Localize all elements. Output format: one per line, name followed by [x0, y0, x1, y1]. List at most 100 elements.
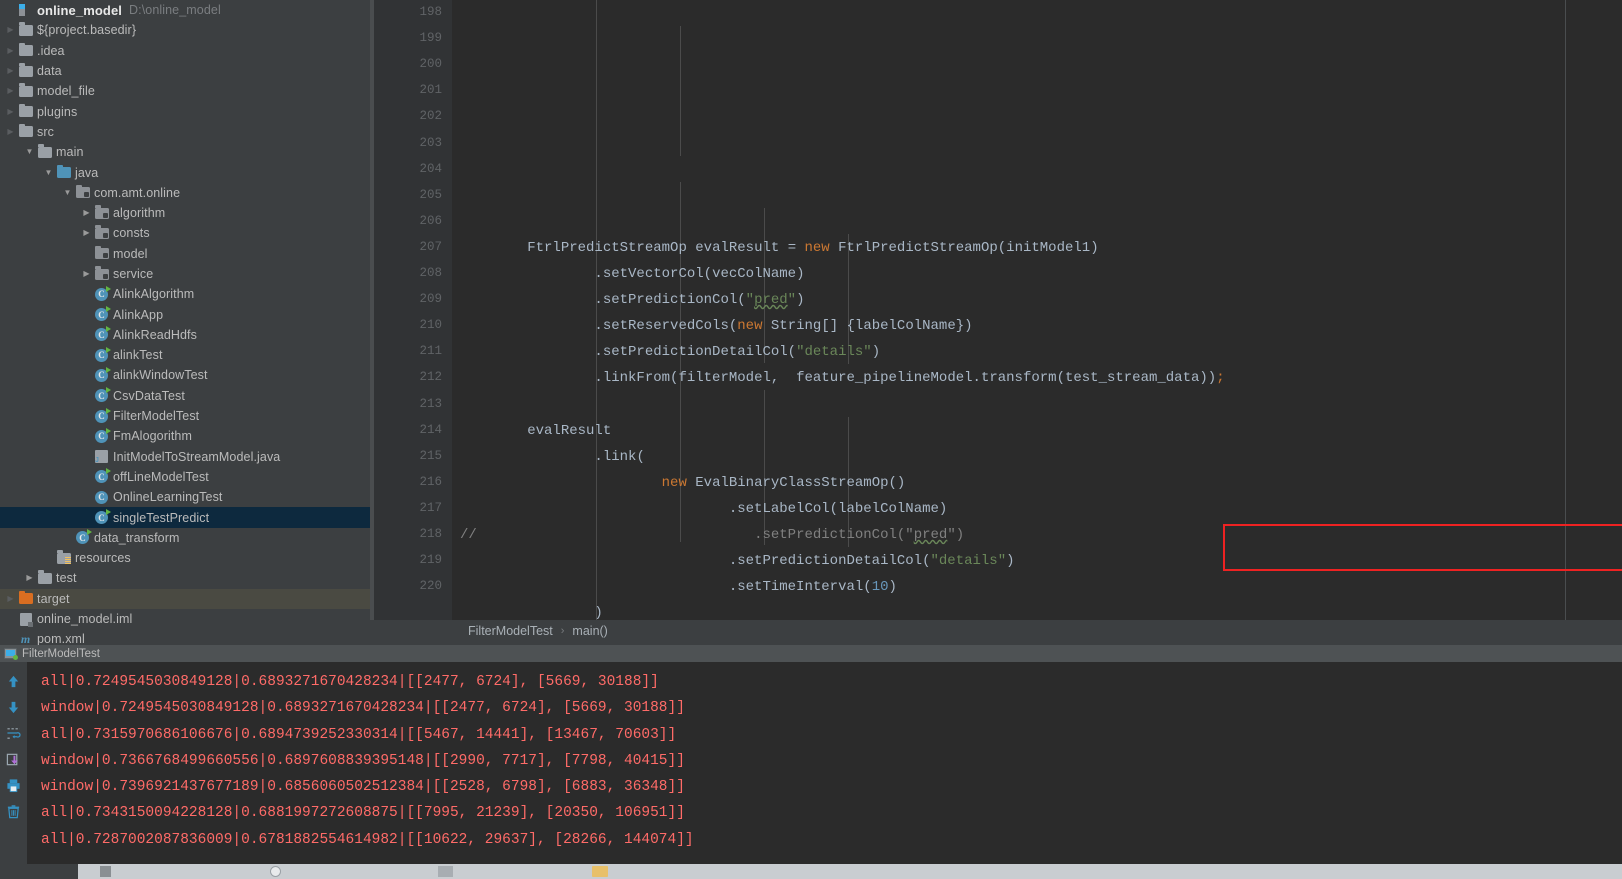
chevron-placeholder-icon: ▶ — [80, 250, 93, 258]
code-line-210[interactable]: .setPredictionDetailCol("details") — [452, 548, 1622, 574]
project-root-path: D:\online_model — [129, 3, 221, 18]
chevron-right-icon[interactable]: ▶ — [4, 46, 17, 55]
editor-gutter[interactable]: 198 199 200 201 202 203 204 205 206 207 208 209 210 2… — [370, 0, 452, 620]
tree-item-offlinemodeltest[interactable]: ▶CoffLineModelTest — [0, 467, 370, 487]
console-output[interactable]: all|0.7249545030849128|0.689327167042823… — [27, 662, 1622, 864]
folder-icon — [17, 22, 34, 36]
source-folder-icon — [55, 164, 72, 179]
tree-item-initmodeltostreammodel-java[interactable]: ▶ InitModelToStreamModel.java — [0, 447, 370, 467]
package-icon — [93, 245, 110, 260]
chevron-right-icon[interactable]: ▶ — [4, 107, 17, 116]
tree-item-alinkreadhdfs[interactable]: ▶CAlinkReadHdfs — [0, 325, 370, 345]
tree-item-model-file[interactable]: ▶ model_file — [0, 81, 370, 101]
scroll-up-button[interactable] — [3, 668, 25, 694]
tree-item-pom-xml[interactable]: ▶m pom.xml — [0, 629, 370, 645]
folder-icon — [17, 83, 34, 97]
project-tool-window[interactable]: ▶ online_model D:\online_model ▶ ${projec… — [0, 0, 370, 645]
code-line-199[interactable]: .setVectorCol(vecColName) — [452, 261, 1622, 287]
taskbar-item-ide-icon[interactable] — [100, 866, 111, 877]
clear-all-button[interactable] — [3, 798, 25, 824]
export-button[interactable] — [3, 746, 25, 772]
folder-icon — [17, 42, 34, 57]
code-line-198[interactable]: FtrlPredictStreamOp evalResult = new Ftr… — [452, 235, 1622, 261]
chevron-right-icon[interactable]: ▶ — [4, 127, 17, 136]
tree-item-idea[interactable]: ▶ .idea — [0, 41, 370, 61]
taskbar-left-spacer — [0, 864, 78, 879]
tree-item-onlinelearningtest[interactable]: ▶COnlineLearningTest — [0, 487, 370, 507]
tree-item-online-model-iml[interactable]: ▶ online_model.iml — [0, 609, 370, 629]
code-line-203[interactable]: .linkFrom(filterModel, feature_pipelineM… — [452, 365, 1622, 391]
tree-item-data-transform[interactable]: ▶Cdata_transform — [0, 528, 370, 548]
chevron-placeholder-icon: ▶ — [80, 432, 93, 440]
os-taskbar[interactable] — [0, 864, 1622, 879]
chevron-down-icon[interactable]: ▼ — [61, 188, 74, 197]
code-line-201[interactable]: .setReservedCols(new String[] {labelColN… — [452, 313, 1622, 339]
tree-item-resources[interactable]: ▶ resources — [0, 548, 370, 568]
tree-item-target[interactable]: ▶ target — [0, 588, 370, 609]
tree-item-service[interactable]: ▶ service — [0, 264, 370, 284]
tree-item-test[interactable]: ▶ test — [0, 568, 370, 588]
tree-item-model[interactable]: ▶ model — [0, 244, 370, 264]
tree-item-filtermodeltest[interactable]: ▶CFilterModelTest — [0, 406, 370, 426]
code-line-212[interactable]: ) — [452, 600, 1622, 620]
print-button[interactable] — [3, 772, 25, 798]
iml-file-icon — [17, 612, 34, 627]
line-number-213: 213 — [419, 396, 442, 411]
resources-folder-icon — [55, 550, 72, 564]
tree-item-main[interactable]: ▼ main — [0, 142, 370, 162]
taskbar-item-explorer-icon[interactable] — [438, 866, 453, 877]
code-line-208[interactable]: .setLabelCol(labelColName) — [452, 496, 1622, 522]
java-class-runnable-icon: C — [93, 468, 111, 484]
tree-item-fmalogorithm[interactable]: ▶CFmAlogorithm — [0, 426, 370, 446]
run-tab-filtermodeltest[interactable]: FilterModelTest — [0, 645, 1622, 662]
line-number-216: 216 — [419, 474, 442, 489]
chevron-right-icon[interactable]: ▶ — [23, 574, 36, 582]
breadcrumb[interactable]: FilterModelTest › main() — [370, 620, 1622, 642]
tree-item-plugins[interactable]: ▶ plugins — [0, 101, 370, 121]
java-class-runnable-icon: C — [74, 529, 92, 545]
chevron-right-icon[interactable]: ▶ — [80, 270, 93, 278]
soft-wrap-button[interactable] — [3, 720, 25, 746]
scroll-down-button[interactable] — [3, 694, 25, 720]
tree-item-alinkwindowtest[interactable]: ▶CalinkWindowTest — [0, 365, 370, 385]
tree-item-alinkapp[interactable]: ▶CAlinkApp — [0, 304, 370, 324]
tree-item-project-basedir[interactable]: ▶ ${project.basedir} — [0, 20, 370, 40]
run-tool-window[interactable]: FilterModelTest all|0.7249545030849128|0… — [0, 645, 1622, 864]
tree-item-singletestpredict[interactable]: ▶CsingleTestPredict — [0, 507, 370, 528]
editor-text-area[interactable]: FtrlPredictStreamOp evalResult = new Ftr… — [452, 0, 1622, 620]
tree-item-com-amt-online[interactable]: ▼ com.amt.online — [0, 183, 370, 203]
taskbar-item-browser-icon[interactable] — [270, 866, 281, 877]
chevron-right-icon[interactable]: ▶ — [4, 26, 17, 34]
chevron-right-icon[interactable]: ▶ — [80, 229, 93, 237]
chevron-right-icon[interactable]: ▶ — [4, 594, 17, 603]
tree-item-algorithm[interactable]: ▶ algorithm — [0, 203, 370, 223]
tree-item-consts[interactable]: ▶ consts — [0, 223, 370, 243]
console-toolbar[interactable] — [0, 662, 27, 864]
tree-item-csvdatatest[interactable]: ▶CCsvDataTest — [0, 386, 370, 406]
code-line-200[interactable]: .setPredictionCol("pred") — [452, 287, 1622, 313]
chevron-right-icon[interactable]: ▶ — [4, 87, 17, 95]
breadcrumb-method[interactable]: main() — [572, 624, 607, 638]
code-line-211[interactable]: .setTimeInterval(10) — [452, 574, 1622, 600]
project-root-row[interactable]: ▶ online_model D:\online_model — [0, 0, 370, 20]
code-line-207[interactable]: new EvalBinaryClassStreamOp() — [452, 470, 1622, 496]
tree-item-data[interactable]: ▶ data — [0, 61, 370, 81]
breadcrumb-class[interactable]: FilterModelTest — [468, 624, 553, 638]
tree-item-alinkalgorithm[interactable]: ▶CAlinkAlgorithm — [0, 284, 370, 304]
chevron-down-icon[interactable]: ▼ — [42, 168, 55, 177]
chevron-right-icon[interactable]: ▶ — [80, 209, 93, 217]
tree-item-java[interactable]: ▼ java — [0, 162, 370, 182]
package-icon — [93, 266, 110, 280]
tree-item-src[interactable]: ▶ src — [0, 122, 370, 142]
chevron-right-icon[interactable]: ▶ — [4, 67, 17, 75]
code-line-205[interactable]: evalResult — [452, 418, 1622, 444]
code-line-206[interactable]: .link( — [452, 444, 1622, 470]
code-editor[interactable]: 198 199 200 201 202 203 204 205 206 207 208 209 210 2… — [370, 0, 1622, 620]
code-line-204[interactable] — [452, 391, 1622, 417]
code-line-202[interactable]: .setPredictionDetailCol("details") — [452, 339, 1622, 365]
tree-item-alinktest[interactable]: ▶CalinkTest — [0, 345, 370, 365]
code-line-209[interactable]: // .setPredictionCol("pred") — [452, 522, 1622, 548]
chevron-down-icon[interactable]: ▼ — [23, 148, 36, 156]
tree-item-label: alinkTest — [113, 348, 163, 363]
taskbar-item-folder-icon[interactable] — [592, 866, 608, 877]
